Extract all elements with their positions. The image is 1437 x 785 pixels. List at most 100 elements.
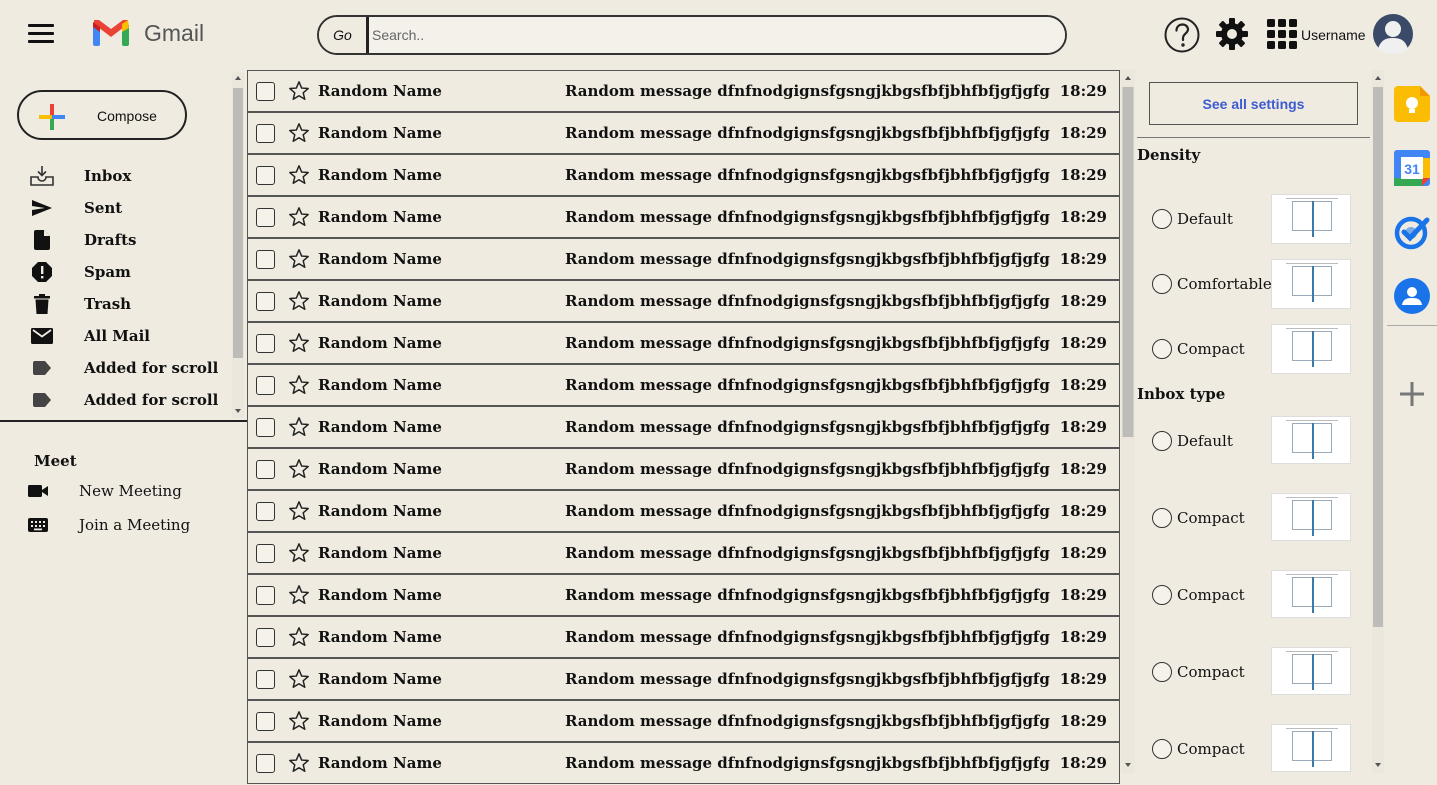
star-icon[interactable] xyxy=(288,542,310,564)
density-preview-thumbnail[interactable] xyxy=(1271,259,1351,309)
star-icon[interactable] xyxy=(288,290,310,312)
email-checkbox[interactable] xyxy=(256,292,275,311)
star-icon[interactable] xyxy=(288,668,310,690)
search-go-button[interactable]: Go xyxy=(319,17,369,53)
star-icon[interactable] xyxy=(288,458,310,480)
email-row[interactable]: Random Name Random message dfnfnodgignsfg… xyxy=(247,574,1120,616)
email-checkbox[interactable] xyxy=(256,754,275,773)
sidebar-item-added-for-scroll[interactable]: Added for scroll xyxy=(0,352,232,384)
email-checkbox[interactable] xyxy=(256,418,275,437)
apps-grid-icon[interactable] xyxy=(1267,19,1297,49)
inbox-type-option[interactable]: Compact xyxy=(1137,723,1370,775)
inbox-type-radio[interactable] xyxy=(1152,508,1172,528)
star-icon[interactable] xyxy=(288,584,310,606)
email-checkbox[interactable] xyxy=(256,166,275,185)
add-icon[interactable] xyxy=(1398,380,1426,408)
email-row[interactable]: Random Name Random message dfnfnodgignsfg… xyxy=(247,364,1120,406)
density-option[interactable]: Compact xyxy=(1137,320,1370,374)
gmail-logo[interactable]: Gmail xyxy=(92,18,204,48)
help-icon[interactable] xyxy=(1163,16,1201,54)
inbox-type-preview-thumbnail[interactable] xyxy=(1271,570,1351,618)
sidebar-item-trash[interactable]: Trash xyxy=(0,288,232,320)
email-row[interactable]: Random Name Random message dfnfnodgignsfg… xyxy=(247,616,1120,658)
star-icon[interactable] xyxy=(288,500,310,522)
email-row[interactable]: Random Name Random message dfnfnodgignsfg… xyxy=(247,406,1120,448)
email-checkbox[interactable] xyxy=(256,334,275,353)
main-menu-icon[interactable] xyxy=(28,24,54,44)
sidebar-item-all-mail[interactable]: All Mail xyxy=(0,320,232,352)
star-icon[interactable] xyxy=(288,626,310,648)
inbox-type-radio[interactable] xyxy=(1152,739,1172,759)
email-row[interactable]: Random Name Random message dfnfnodgignsfg… xyxy=(247,280,1120,322)
email-checkbox[interactable] xyxy=(256,712,275,731)
density-radio[interactable] xyxy=(1152,339,1172,359)
email-checkbox[interactable] xyxy=(256,460,275,479)
email-checkbox[interactable] xyxy=(256,124,275,143)
email-checkbox[interactable] xyxy=(256,544,275,563)
email-checkbox[interactable] xyxy=(256,628,275,647)
see-all-settings-button[interactable]: See all settings xyxy=(1149,82,1358,125)
email-checkbox[interactable] xyxy=(256,586,275,605)
contacts-icon[interactable] xyxy=(1394,278,1430,314)
inbox-type-option[interactable]: Compact xyxy=(1137,569,1370,621)
settings-scrollbar[interactable] xyxy=(1372,70,1384,773)
email-checkbox[interactable] xyxy=(256,376,275,395)
sidebar-item-spam[interactable]: Spam xyxy=(0,256,232,288)
sidebar-scrollbar[interactable] xyxy=(232,72,244,418)
calendar-icon[interactable]: 31 xyxy=(1394,150,1430,186)
email-row[interactable]: Random Name Random message dfnfnodgignsfg… xyxy=(247,238,1120,280)
email-checkbox[interactable] xyxy=(256,670,275,689)
email-list-scrollbar[interactable] xyxy=(1121,70,1135,773)
inbox-type-preview-thumbnail[interactable] xyxy=(1271,647,1351,695)
density-option[interactable]: Comfortable xyxy=(1137,255,1370,309)
settings-gear-icon[interactable] xyxy=(1215,17,1249,51)
email-row[interactable]: Random Name Random message dfnfnodgignsfg… xyxy=(247,532,1120,574)
new-meeting-button[interactable]: New Meeting xyxy=(0,478,230,504)
email-row[interactable]: Random Name Random message dfnfnodgignsfg… xyxy=(247,448,1120,490)
inbox-type-radio[interactable] xyxy=(1152,585,1172,605)
density-radio[interactable] xyxy=(1152,274,1172,294)
sidebar-item-inbox[interactable]: Inbox xyxy=(0,160,232,192)
star-icon[interactable] xyxy=(288,374,310,396)
email-row[interactable]: Random Name Random message dfnfnodgignsfg… xyxy=(247,196,1120,238)
email-checkbox[interactable] xyxy=(256,250,275,269)
star-icon[interactable] xyxy=(288,332,310,354)
star-icon[interactable] xyxy=(288,752,310,774)
email-row[interactable]: Random Name Random message dfnfnodgignsfg… xyxy=(247,70,1120,112)
email-row[interactable]: Random Name Random message dfnfnodgignsfg… xyxy=(247,154,1120,196)
inbox-type-option[interactable]: Compact xyxy=(1137,646,1370,698)
sidebar-item-added-for-scroll[interactable]: Added for scroll xyxy=(0,384,232,416)
density-preview-thumbnail[interactable] xyxy=(1271,194,1351,244)
tasks-icon[interactable] xyxy=(1394,214,1430,250)
email-checkbox[interactable] xyxy=(256,502,275,521)
star-icon[interactable] xyxy=(288,206,310,228)
star-icon[interactable] xyxy=(288,80,310,102)
density-option[interactable]: Default xyxy=(1137,190,1370,244)
inbox-type-radio[interactable] xyxy=(1152,431,1172,451)
inbox-type-option[interactable]: Default xyxy=(1137,415,1370,467)
inbox-type-preview-thumbnail[interactable] xyxy=(1271,416,1351,464)
compose-button[interactable]: Compose xyxy=(17,90,187,140)
email-checkbox[interactable] xyxy=(256,208,275,227)
density-preview-thumbnail[interactable] xyxy=(1271,324,1351,374)
keep-icon[interactable] xyxy=(1394,86,1430,122)
email-row[interactable]: Random Name Random message dfnfnodgignsfg… xyxy=(247,322,1120,364)
star-icon[interactable] xyxy=(288,710,310,732)
email-row[interactable]: Random Name Random message dfnfnodgignsfg… xyxy=(247,112,1120,154)
inbox-type-option[interactable]: Compact xyxy=(1137,492,1370,544)
sidebar-item-drafts[interactable]: Drafts xyxy=(0,224,232,256)
email-checkbox[interactable] xyxy=(256,82,275,101)
avatar[interactable] xyxy=(1372,13,1414,55)
email-row[interactable]: Random Name Random message dfnfnodgignsfg… xyxy=(247,658,1120,700)
inbox-type-radio[interactable] xyxy=(1152,662,1172,682)
inbox-type-preview-thumbnail[interactable] xyxy=(1271,724,1351,772)
email-row[interactable]: Random Name Random message dfnfnodgignsfg… xyxy=(247,700,1120,742)
search-input[interactable] xyxy=(369,17,1065,53)
join-meeting-button[interactable]: Join a Meeting xyxy=(0,512,230,538)
email-row[interactable]: Random Name Random message dfnfnodgignsfg… xyxy=(247,490,1120,532)
email-row[interactable]: Random Name Random message dfnfnodgignsfg… xyxy=(247,742,1120,784)
star-icon[interactable] xyxy=(288,122,310,144)
star-icon[interactable] xyxy=(288,416,310,438)
star-icon[interactable] xyxy=(288,248,310,270)
star-icon[interactable] xyxy=(288,164,310,186)
